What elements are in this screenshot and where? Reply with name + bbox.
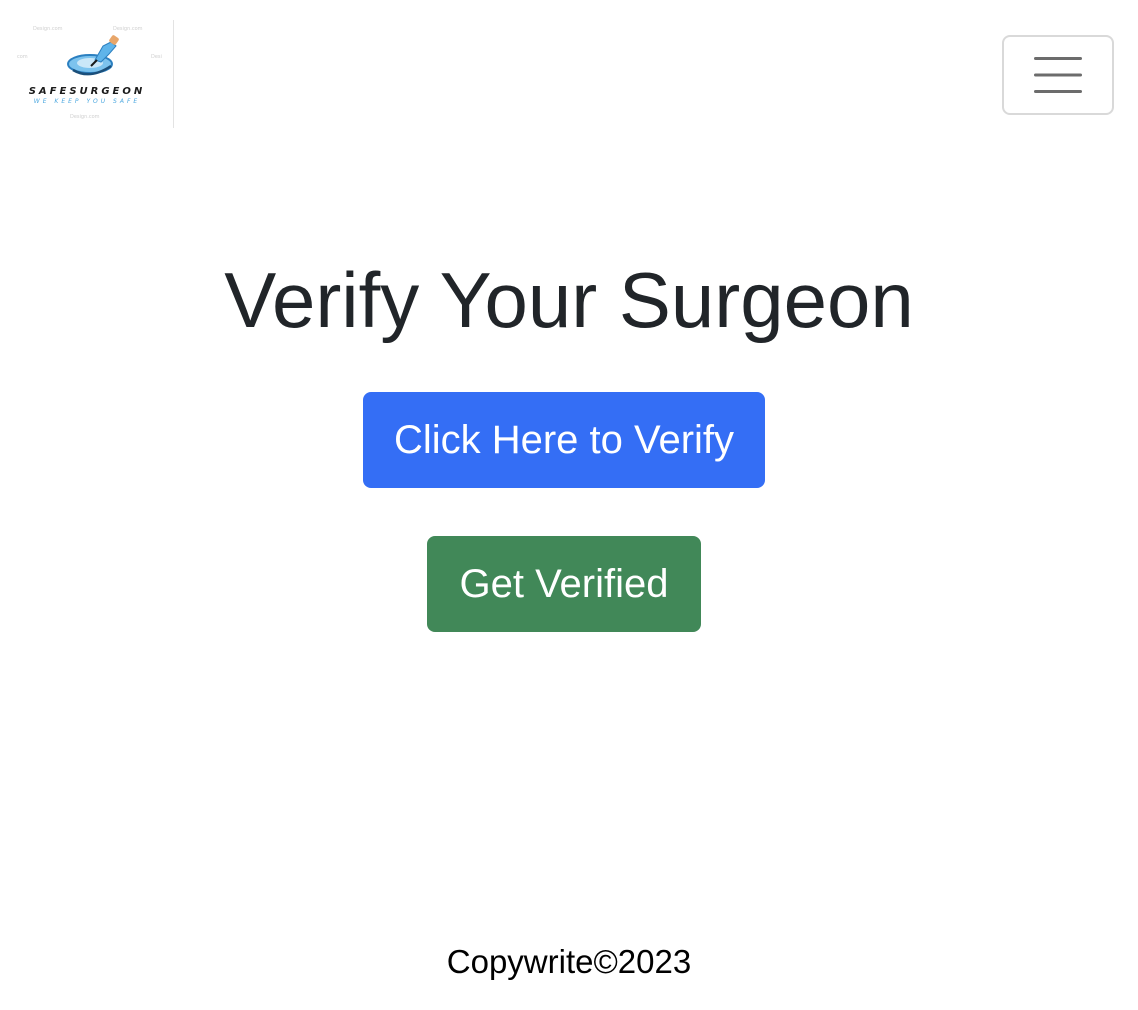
svg-text:com: com <box>17 54 28 60</box>
navbar: Design.com Design.com com Desi Design.co… <box>0 0 1138 150</box>
logo-tagline: WE KEEP YOU SAFE <box>33 98 141 105</box>
brand-logo-link[interactable]: Design.com Design.com com Desi Design.co… <box>10 20 174 128</box>
svg-text:Design.com: Design.com <box>70 114 100 120</box>
verify-button[interactable]: Click Here to Verify <box>363 392 765 488</box>
get-verified-button[interactable]: Get Verified <box>427 536 701 632</box>
hamburger-menu-icon <box>1034 57 1082 93</box>
svg-text:Design.com: Design.com <box>113 26 143 32</box>
footer-copyright: Copywrite©2023 <box>446 943 692 980</box>
logo-name: SAFESURGEON <box>28 86 146 97</box>
svg-text:Design.com: Design.com <box>33 26 63 32</box>
page-title: Verify Your Surgeon <box>224 256 914 344</box>
logo-icon: Design.com Design.com com Desi Design.co… <box>17 26 162 120</box>
navbar-toggler-button[interactable] <box>1002 35 1114 115</box>
page: Design.com Design.com com Desi Design.co… <box>0 0 1138 1010</box>
svg-text:Desi: Desi <box>151 54 162 60</box>
